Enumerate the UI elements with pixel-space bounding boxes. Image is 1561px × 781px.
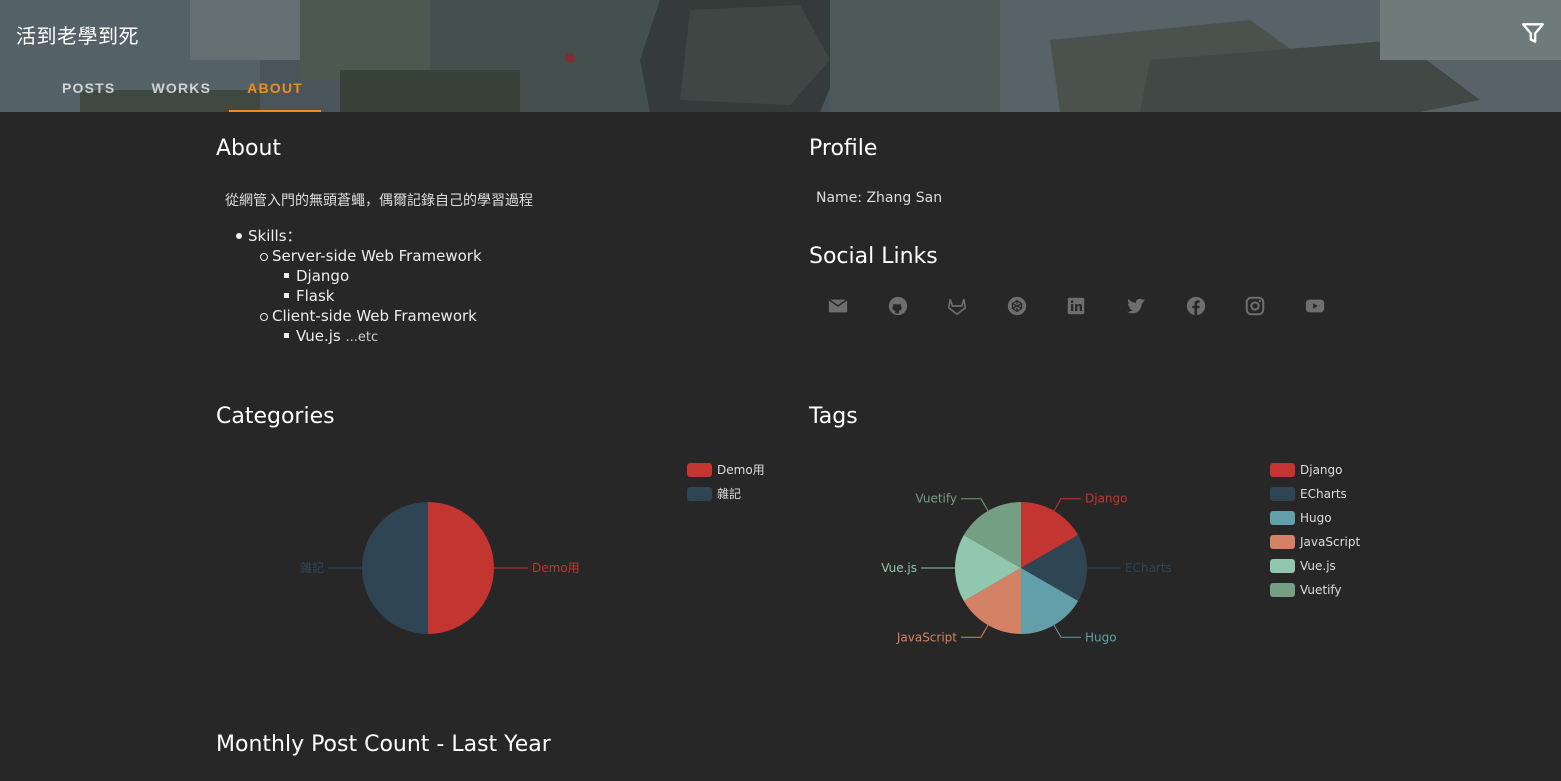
pie-slice-label: JavaScript [896, 630, 957, 644]
legend-swatch[interactable] [1270, 487, 1295, 501]
about-description: 從網管入門的無頭蒼蠅，偶爾記錄自己的學習過程 [225, 193, 533, 209]
youtube-icon [1305, 299, 1324, 313]
legend-swatch[interactable] [687, 487, 712, 501]
legend-label[interactable]: 雜記 [717, 486, 741, 501]
filter-button[interactable] [1520, 20, 1546, 46]
profile-name: Name: Zhang San [816, 190, 943, 206]
pie-slice-label: Django [1085, 492, 1128, 506]
tab-works[interactable]: WORKS [133, 66, 229, 112]
facebook-link[interactable] [1176, 290, 1216, 322]
legend-label[interactable]: Vue.js [1300, 559, 1336, 573]
github-link[interactable] [878, 290, 918, 322]
list-item: Vue.js ...etc [284, 326, 482, 348]
legend-label[interactable]: ECharts [1300, 487, 1347, 501]
legend-swatch[interactable] [1270, 583, 1295, 597]
social-links-title: Social Links [809, 244, 938, 269]
gitlab-icon [948, 298, 967, 316]
codepen-link[interactable] [997, 290, 1037, 322]
linkedin-link[interactable] [1056, 290, 1096, 322]
categories-title: Categories [216, 404, 335, 429]
linkedin-icon [1068, 297, 1085, 315]
legend-label[interactable]: Django [1300, 463, 1343, 477]
pie-slice[interactable] [428, 502, 494, 634]
about-title: About [216, 136, 282, 161]
list-item: Skills： Server-side Web Framework Django… [236, 226, 482, 348]
filter-icon [1522, 23, 1544, 43]
profile-title: Profile [809, 136, 878, 161]
legend-label[interactable]: JavaScript [1299, 535, 1360, 549]
legend-label[interactable]: Vuetify [1300, 583, 1342, 597]
pie-slice-label: Hugo [1085, 630, 1117, 644]
skill-suffix: ...etc [345, 330, 379, 345]
pie-label-line [1053, 498, 1081, 512]
skill-group-label: Server-side Web Framework [272, 247, 482, 265]
pie-label-line [961, 624, 989, 638]
pie-slice-label: 雜記 [300, 560, 324, 575]
tab-posts[interactable]: POSTS [44, 66, 133, 112]
pie-label-line [1053, 624, 1081, 638]
list-item: Flask [284, 286, 482, 306]
legend-swatch[interactable] [1270, 559, 1295, 573]
legend-swatch[interactable] [1270, 511, 1295, 525]
pie-label-line [961, 498, 989, 512]
legend-label[interactable]: Hugo [1300, 511, 1332, 525]
monthly-post-count-title: Monthly Post Count - Last Year [216, 732, 551, 757]
twitter-link[interactable] [1116, 290, 1156, 322]
twitter-icon [1126, 298, 1146, 314]
skill-group-label: Client-side Web Framework [272, 307, 477, 325]
facebook-icon [1186, 296, 1205, 316]
tab-about[interactable]: ABOUT [229, 66, 321, 112]
pie-slice-label: Demo用 [532, 561, 580, 575]
legend-swatch[interactable] [1270, 535, 1295, 549]
nav-tabs: POSTS WORKS ABOUT [44, 66, 321, 112]
app-header: 活到老學到死 POSTS WORKS ABOUT [0, 0, 1561, 112]
site-title[interactable]: 活到老學到死 [16, 20, 139, 49]
gitlab-link[interactable] [937, 290, 977, 322]
legend-label[interactable]: Demo用 [717, 463, 765, 477]
tags-title: Tags [809, 404, 858, 429]
pie-slice-label: Vuetify [915, 492, 957, 506]
instagram-link[interactable] [1235, 290, 1275, 322]
github-icon [888, 296, 907, 316]
instagram-icon [1245, 296, 1265, 316]
skills-list: Skills： Server-side Web Framework Django… [236, 226, 482, 348]
codepen-icon [1007, 296, 1026, 316]
email-icon [828, 298, 848, 313]
skills-label: Skills： [248, 227, 302, 245]
list-item: Server-side Web Framework Django Flask [260, 246, 482, 306]
pie-slice-label: ECharts [1125, 561, 1172, 575]
pie-slice-label: Vue.js [881, 561, 917, 575]
youtube-link[interactable] [1295, 290, 1335, 322]
list-item: Client-side Web Framework Vue.js ...etc [260, 306, 482, 348]
list-item: Django [284, 266, 482, 286]
tags-pie-chart: Django ECharts Hugo JavaScript Vue.js Vuetify… [881, 463, 1360, 644]
categories-pie-chart: Demo用雜記Demo用雜記 [300, 463, 765, 634]
skill-item: Vue.js [296, 327, 341, 345]
social-links [818, 290, 1354, 322]
legend-swatch[interactable] [687, 463, 712, 477]
pie-slice[interactable] [362, 502, 428, 634]
email-link[interactable] [818, 290, 858, 322]
legend-swatch[interactable] [1270, 463, 1295, 477]
